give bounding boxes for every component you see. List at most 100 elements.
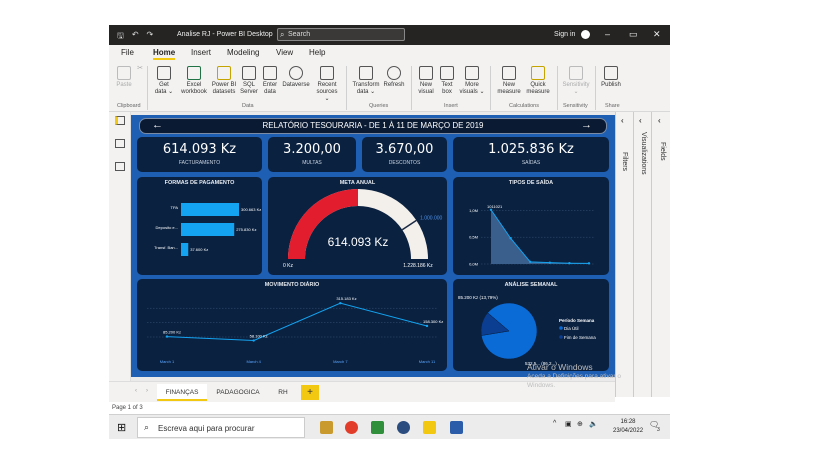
pbi-datasets-button[interactable]: Power BI datasets [211,66,237,96]
menu-view[interactable]: View [276,48,293,57]
database-icon [157,66,171,80]
tipos-saida-card[interactable]: TIPOS DE SAÍDA 1,0M 0,5M 0,0M 1011021 [453,177,609,275]
kpi-saidas[interactable]: 1.025.836 Kz SAÍDAS [453,137,609,172]
mov-point [252,339,255,342]
cut-icon[interactable]: ✂ [136,65,144,72]
transform-data-button[interactable]: Transform data ⌄ [352,66,380,96]
green-app-icon[interactable] [371,421,384,434]
sign-in-link[interactable]: Sign in [554,31,575,38]
collapse-filters-icon[interactable]: ‹ [621,116,624,125]
tab-rh[interactable]: RH [269,384,297,401]
sql-button[interactable]: SQL Server [239,66,259,96]
group-data: Data [242,103,254,109]
menu-file[interactable]: File [121,48,134,57]
powerbi-taskbar-icon[interactable] [423,421,436,434]
mov-label: 85.200 Kz [163,330,181,335]
data-view-icon[interactable] [115,139,125,148]
fields-label: Fields [659,142,666,161]
tab-scroll-right-icon[interactable]: › [146,388,148,394]
ribbon: Paste ✂ Get data ⌄ Excel workbook Power … [109,62,670,112]
close-button[interactable]: ✕ [653,29,661,40]
filters-pane[interactable]: ‹ Filters [615,112,633,397]
tab-padagogica[interactable]: PADAGOGICA [211,384,265,401]
new-measure-button[interactable]: New measure [495,66,523,96]
menu-modeling[interactable]: Modeling [227,48,259,57]
window-title: Analise RJ - Power BI Desktop [177,31,273,38]
semanal-chart: 85.200 Kz (13,79%) 532.5... (86,2...) Pe… [458,295,596,366]
refresh-icon [387,66,401,80]
restore-button[interactable]: ▭ [629,29,638,40]
network-icon[interactable]: ⊕ [577,420,583,428]
tray-apps-icon[interactable]: ▣ [565,420,572,428]
search-box[interactable]: ⌕ Search [277,28,405,41]
filters-label: Filters [621,152,628,172]
mov-tick: March 4 [246,359,261,364]
search-icon: ⌕ [144,422,150,432]
kpi-descontos[interactable]: 3.670,00 DESCONTOS [362,137,447,172]
search-label: Search [288,31,311,38]
meta-anual-card[interactable]: META ANUAL 614.093 Kz 0 Kz 1.228.186 Kz … [268,177,447,275]
kpi-facturamento[interactable]: 614.093 Kz FACTURAMENTO [137,137,262,172]
report-view-icon[interactable] [115,116,125,125]
report-page: ← RELATÓRIO TESOURARIA - DE 1 À 11 DE MA… [131,115,615,377]
tab-financas[interactable]: FINANÇAS [157,384,207,401]
word-icon[interactable] [450,421,463,434]
model-view-icon[interactable] [115,162,125,171]
menu-insert[interactable]: Insert [191,48,211,57]
blue-app-icon[interactable] [397,421,410,434]
visualizations-label: Visualizations [640,132,647,175]
publish-icon [604,66,618,80]
quick-measure-button[interactable]: Quick measure [524,66,552,96]
mov-tick: March 11 [419,359,436,364]
legend-dot-dia-util [559,326,563,330]
excel-button[interactable]: Excel workbook [179,66,209,96]
sensitivity-button[interactable]: Sensitivity ⌄ [561,66,591,96]
collapse-visualizations-icon[interactable]: ‹ [639,116,642,125]
enter-data-button[interactable]: Enter data [261,66,279,96]
windows-start-icon[interactable]: ⊞ [117,421,126,434]
analise-semanal-card[interactable]: ANÁLISE SEMANAL 85.200 Kz (13,79%) 532.5… [453,279,609,371]
add-page-button[interactable]: + [301,385,319,400]
menu-help[interactable]: Help [309,48,325,57]
taskbar-search[interactable]: ⌕ Escreva aqui para procurar [137,417,305,438]
dataverse-button[interactable]: Dataverse [281,66,311,89]
mov-point [165,335,169,338]
text-box-button[interactable]: Text box [438,66,456,96]
formas-pagamento-card[interactable]: FORMAS DE PAGAMENTO TPA 300.663 Kz Deposit… [137,177,262,275]
arrow-left-icon[interactable]: ← [152,118,163,132]
file-explorer-icon[interactable] [320,421,333,434]
recent-sources-button[interactable]: Recent sources ⌄ [314,66,340,103]
kpi-multas[interactable]: 3.200,00 MULTAS [268,137,356,172]
fields-pane[interactable]: ‹ Fields [651,112,670,397]
legend-title: Período Semana [559,318,595,323]
gauge-min-label: 0 Kz [283,263,294,269]
refresh-button[interactable]: Refresh [382,66,406,89]
menu-home[interactable]: Home [153,48,176,60]
visualizations-pane[interactable]: ‹ Visualizations [633,112,651,397]
get-data-button[interactable]: Get data ⌄ [154,66,174,96]
chrome-icon[interactable] [345,421,358,434]
redo-icon[interactable]: ↷ [147,30,154,44]
arrow-right-icon[interactable]: → [581,118,592,132]
tray-chevron-icon[interactable]: ^ [553,420,556,427]
system-clock[interactable]: 16:28 23/04/2022 [613,418,643,436]
minimize-button[interactable]: – [605,29,610,39]
tab-scroll-left-icon[interactable]: ‹ [135,388,137,394]
sql-icon [242,66,256,80]
text-box-icon [440,66,454,80]
avatar[interactable] [581,30,590,39]
pie-top-label: 85.200 Kz (13,79%) [458,295,498,300]
more-visuals-button[interactable]: More visuals ⌄ [459,66,485,96]
undo-icon[interactable]: ↶ [132,30,139,44]
publish-button[interactable]: Publish [599,66,623,89]
volume-icon[interactable]: 🔈 [589,420,598,428]
mov-tick: March 1 [160,359,175,364]
save-icon[interactable]: 🖫 [117,30,124,44]
new-visual-button[interactable]: New visual [416,66,436,96]
powerbi-window: 🖫 ↶ ↷ Analise RJ - Power BI Desktop ⌕ Se… [109,25,670,439]
quick-measure-icon [531,66,545,80]
collapse-fields-icon[interactable]: ‹ [658,116,661,125]
paste-button[interactable]: Paste [114,66,134,89]
movimento-diario-card[interactable]: MOVIMENTO DIÁRIO 85.200 Kz March 1 58.100 … [137,279,447,371]
excel-icon [187,66,201,80]
